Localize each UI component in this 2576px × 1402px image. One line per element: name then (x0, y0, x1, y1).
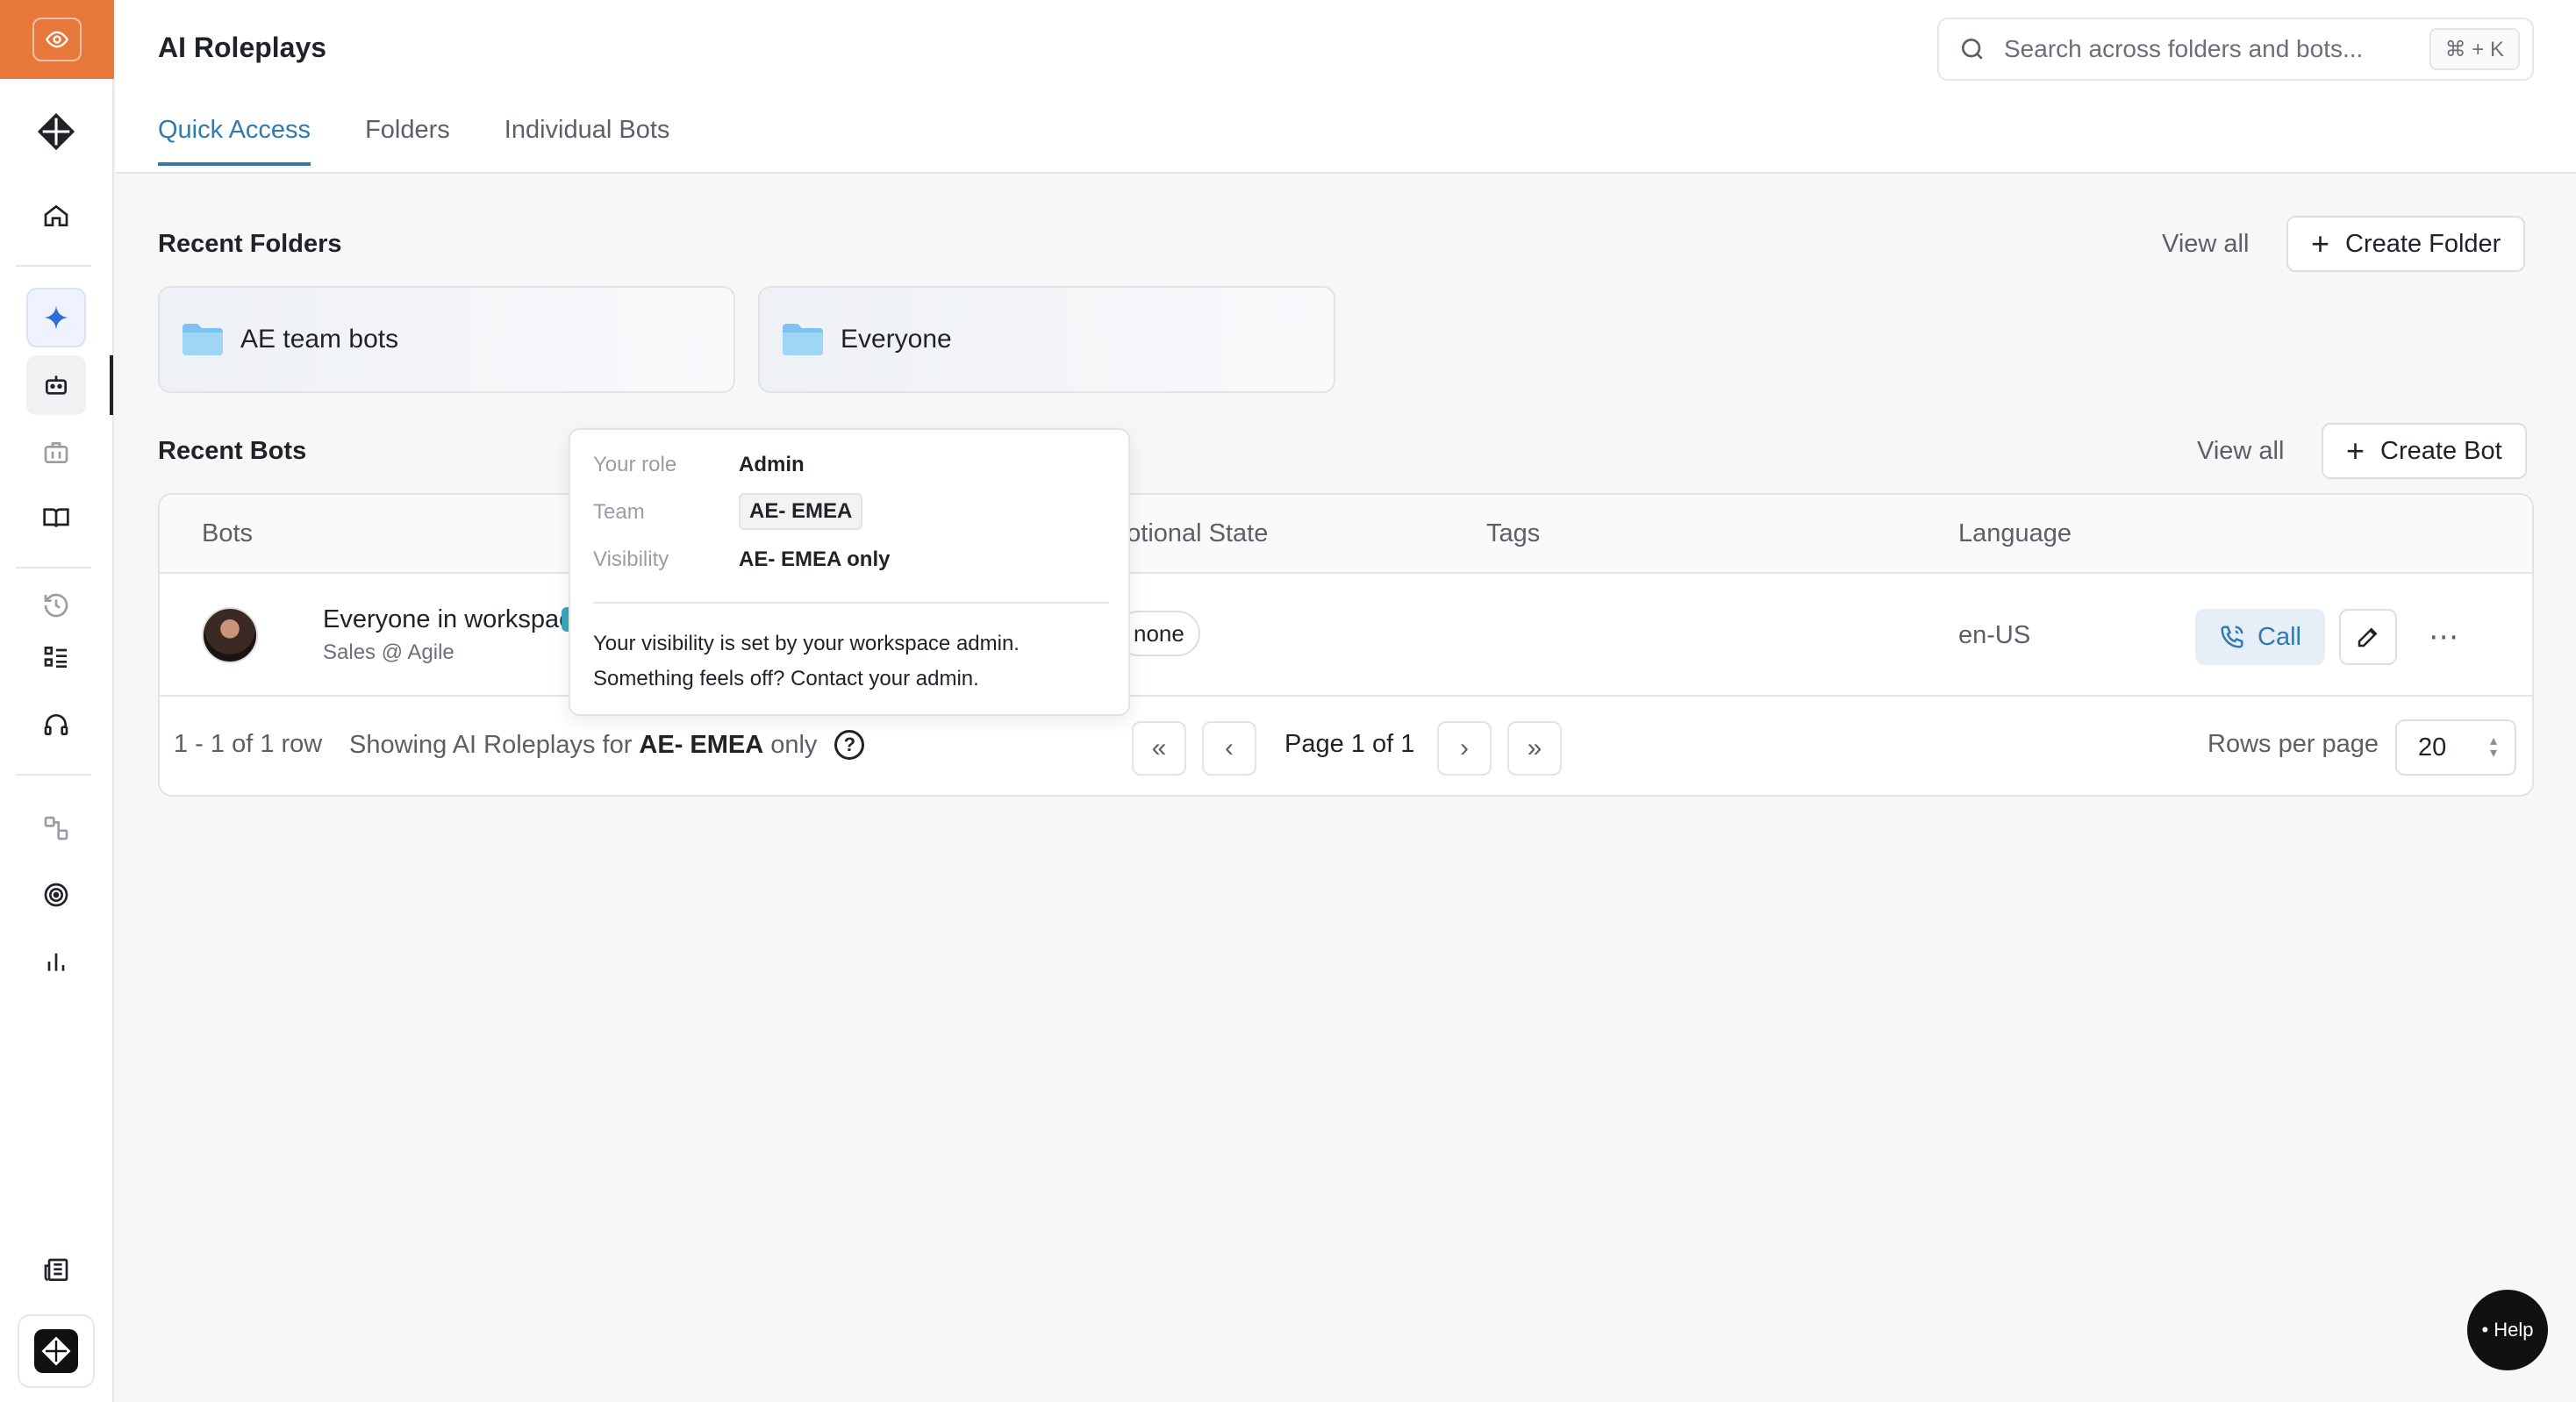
visibility-note: Your visibility is set by your workspace… (593, 632, 1020, 690)
page-title: AI Roleplays (158, 32, 327, 63)
language-value: en-US (1958, 621, 2031, 649)
column-header-emotional-state[interactable]: notional State (1113, 519, 1268, 548)
showing-team: AE- EMEA (639, 730, 764, 759)
pencil-icon (2358, 627, 2378, 647)
column-header-bots[interactable]: Bots (202, 519, 253, 548)
bar-chart-icon[interactable] (26, 932, 86, 991)
create-bot-label: Create Bot (2380, 436, 2502, 465)
team-label: Team (593, 500, 645, 524)
table-row[interactable]: Everyone in workspace Sales @ Agile none… (160, 576, 2532, 697)
chevrons-right-icon: » (1527, 733, 1542, 762)
team-chip: AE- EMEA (739, 493, 863, 530)
emotional-state-value: none (1134, 619, 1184, 647)
sidebar-divider (16, 567, 91, 569)
rows-per-page-label: Rows per page (2207, 730, 2379, 758)
eye-icon (32, 18, 82, 61)
recent-bots-title: Recent Bots (158, 437, 307, 465)
more-options-button[interactable]: ⋯ (2415, 609, 2472, 665)
plus-icon: + (2311, 225, 2330, 261)
visibility-popover: Your role Admin Team AE- EMEA Visibility… (569, 428, 1130, 716)
table-header: Bots notional State Tags Language (160, 495, 2532, 574)
folder-name: AE team bots (240, 325, 399, 354)
page-indicator: Page 1 of 1 (1284, 730, 1415, 758)
folder-icon (182, 324, 223, 355)
bot-subtitle: Sales @ Agile (323, 640, 454, 664)
flow-icon[interactable] (26, 798, 86, 858)
folder-card[interactable]: Everyone (758, 286, 1335, 393)
role-value: Admin (739, 453, 805, 476)
chevron-left-icon: ‹ (1225, 733, 1234, 762)
chevron-updown-icon: ▴ ▾ (2489, 733, 2497, 761)
logo-diamond-icon (34, 1329, 78, 1373)
headset-icon[interactable] (26, 695, 86, 755)
question-icon[interactable]: ? (834, 730, 865, 760)
visibility-value: AE- EMEA only (739, 547, 891, 571)
tab-folders[interactable]: Folders (365, 116, 450, 164)
folder-name: Everyone (841, 325, 952, 354)
ellipsis-icon: ⋯ (2429, 620, 2458, 654)
briefcase-icon[interactable] (26, 423, 86, 483)
tab-quick-access[interactable]: Quick Access (158, 116, 311, 166)
tab-individual-bots[interactable]: Individual Bots (504, 116, 670, 164)
edit-button[interactable] (2339, 609, 2397, 665)
last-page-button[interactable]: » (1507, 721, 1562, 776)
checklist-icon[interactable] (26, 627, 86, 687)
plus-icon: + (2346, 433, 2365, 469)
chevron-right-icon: › (1460, 733, 1469, 762)
bots-table: Bots notional State Tags Language Everyo… (158, 493, 2534, 797)
workspace-logo[interactable] (18, 1314, 95, 1388)
active-indicator (110, 355, 113, 415)
bot-icon[interactable] (26, 355, 86, 415)
sparkle-icon[interactable] (26, 288, 86, 347)
home-icon[interactable] (26, 186, 86, 246)
history-icon[interactable] (26, 576, 86, 635)
search-input[interactable]: Search across folders and bots... ⌘ + K (1937, 18, 2534, 81)
search-placeholder: Search across folders and bots... (2004, 35, 2364, 62)
rows-per-page-value: 20 (2418, 733, 2447, 762)
folder-card[interactable]: AE team bots (158, 286, 735, 393)
book-icon[interactable] (26, 488, 86, 547)
search-icon (1962, 39, 1983, 60)
sidebar-divider (16, 774, 91, 776)
page-header: AI Roleplays Search across folders and b… (116, 0, 2576, 174)
visibility-label: Visibility (593, 547, 669, 571)
tab-bar: Quick Access Folders Individual Bots (158, 116, 670, 166)
create-bot-button[interactable]: + Create Bot (2322, 423, 2527, 479)
role-label: Your role (593, 453, 677, 476)
row-count: 1 - 1 of 1 row (174, 730, 323, 758)
column-header-language[interactable]: Language (1958, 519, 2072, 548)
bots-view-all-link[interactable]: View all (2197, 437, 2284, 466)
sidebar-divider (16, 265, 91, 267)
target-icon[interactable] (26, 865, 86, 925)
showing-suffix: only (770, 730, 818, 759)
call-label: Call (2258, 622, 2301, 651)
create-folder-label: Create Folder (2345, 229, 2501, 258)
help-button[interactable]: • Help (2467, 1290, 2548, 1370)
sidebar (0, 0, 114, 1402)
chevrons-left-icon: « (1151, 733, 1167, 762)
search-shortcut: ⌘ + K (2429, 28, 2520, 70)
recent-folders-title: Recent Folders (158, 230, 342, 258)
newspaper-icon[interactable] (26, 1241, 86, 1300)
folder-icon (783, 324, 823, 355)
rows-per-page-select[interactable]: 20 ▴ ▾ (2395, 719, 2516, 776)
create-folder-button[interactable]: + Create Folder (2286, 216, 2526, 272)
first-page-button[interactable]: « (1132, 721, 1186, 776)
folders-view-all-link[interactable]: View all (2162, 230, 2249, 259)
logo-diamond-icon[interactable] (26, 102, 86, 161)
previous-page-button[interactable]: ‹ (1202, 721, 1256, 776)
column-header-tags[interactable]: Tags (1486, 519, 1540, 548)
visibility-summary: Showing AI Roleplays for AE- EMEA only ? (349, 730, 865, 760)
next-page-button[interactable]: › (1437, 721, 1492, 776)
avatar (202, 607, 258, 663)
table-footer: 1 - 1 of 1 row Showing AI Roleplays for … (160, 698, 2532, 795)
bot-name[interactable]: Everyone in workspace (323, 605, 586, 634)
phone-icon (2221, 626, 2243, 648)
showing-prefix: Showing AI Roleplays for (349, 730, 633, 759)
brand-header[interactable] (0, 0, 114, 79)
popover-divider (593, 602, 1109, 604)
call-button[interactable]: Call (2195, 609, 2325, 665)
